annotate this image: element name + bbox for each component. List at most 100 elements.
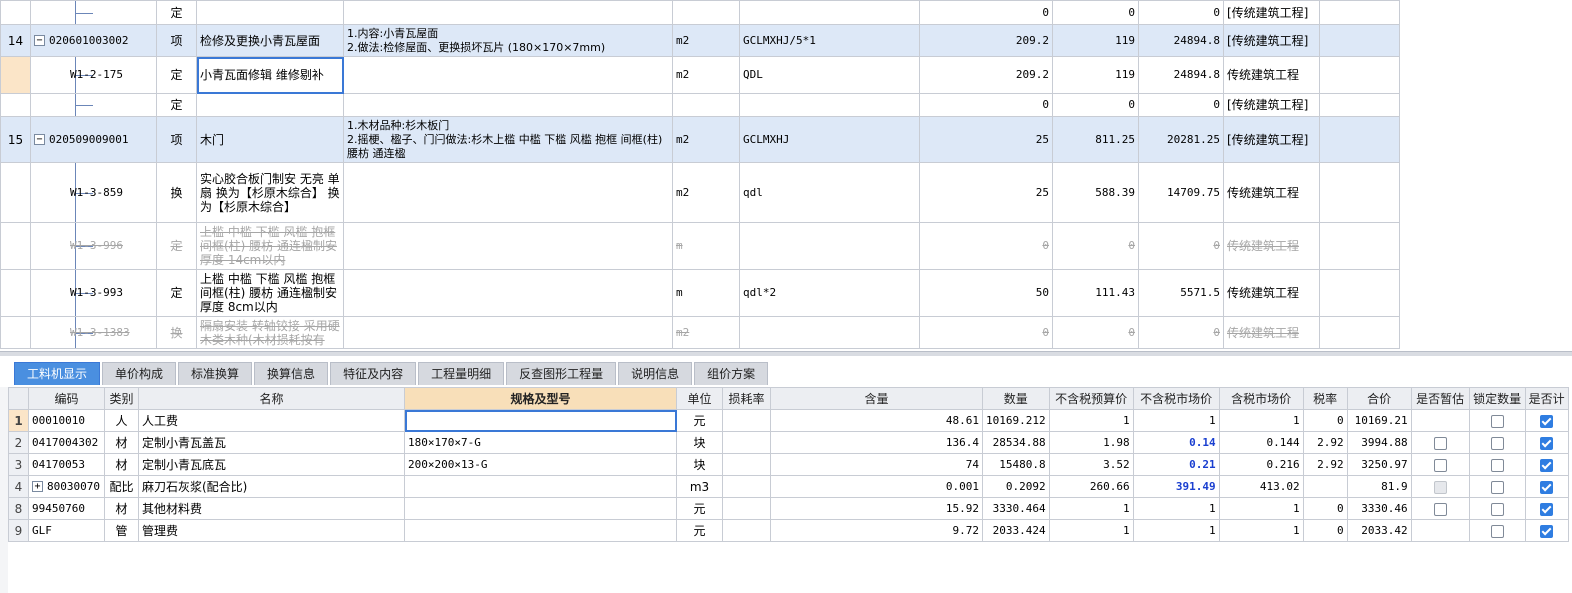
budget-price[interactable]: 1 [1048,519,1134,542]
checkbox[interactable] [1490,502,1504,516]
checkbox[interactable] [1490,458,1504,472]
budget-price[interactable]: 1 [1048,409,1134,432]
item-code[interactable]: −020509009001 [30,116,157,163]
checkbox[interactable] [1490,480,1504,494]
tab-3[interactable]: 标准换算 [178,362,253,385]
column-header[interactable]: 合价 [1346,387,1412,410]
collapse-icon[interactable]: − [34,35,45,46]
item-type[interactable]: 项 [156,24,197,57]
resource-spec[interactable]: 180×170×7-G [404,431,677,454]
row-number[interactable]: 4 [8,475,29,498]
loss-rate[interactable] [722,497,771,520]
tax-rate[interactable]: 2.92 [1302,431,1348,454]
checkbox[interactable] [1490,414,1504,428]
resource-name[interactable]: 管理费 [138,519,405,542]
resource-row[interactable]: 3 04170053 材定制小青瓦底瓦 200×200×13-G 块 74 15480.8 3… [8,453,1569,476]
subtotal[interactable]: 3994.88 [1346,431,1412,454]
total-price[interactable]: 0 [1138,0,1224,25]
discipline[interactable]: 传统建筑工程 [1223,162,1320,223]
unit-price[interactable]: 0 [1052,316,1139,349]
quantity[interactable]: 25 [919,116,1053,163]
discipline[interactable]: 传统建筑工程 [1223,222,1320,270]
tab-8[interactable]: 说明信息 [618,362,693,385]
checkbox[interactable] [1433,458,1447,472]
quantity[interactable]: 25 [919,162,1053,223]
row-number[interactable]: 15 [0,116,31,163]
loss-rate[interactable] [722,409,771,432]
content[interactable]: 136.4 [770,431,983,454]
checkbox[interactable] [1540,502,1554,516]
resource-category[interactable]: 材 [104,453,139,476]
collapse-icon[interactable]: − [34,134,45,145]
unit-price[interactable]: 119 [1052,56,1139,94]
lock-quantity-checkbox[interactable] [1468,409,1526,432]
discipline[interactable]: [传统建筑工程] [1223,116,1320,163]
lock-quantity-checkbox[interactable] [1468,519,1526,542]
quota-row[interactable]: 定 0 0 0 [传统建筑工程] [0,0,1400,25]
resource-spec[interactable] [404,475,677,498]
budget-price[interactable]: 260.66 [1048,475,1134,498]
quantity-expression[interactable]: GCLMXHJ/5*1 [739,24,920,57]
list-item-row[interactable]: 15−020509009001 项木门 1.木材品种:杉木板门 2.摇梗、楹子、门闩… [0,116,1400,163]
budget-price[interactable]: 1 [1048,497,1134,520]
resource-category[interactable]: 配比 [104,475,139,498]
item-name[interactable]: 检修及更换小青瓦屋面 [196,24,344,57]
market-price-tax[interactable]: 0.216 [1218,453,1304,476]
total-price[interactable]: 0 [1138,93,1224,117]
discipline[interactable]: [传统建筑工程] [1223,93,1320,117]
column-header[interactable]: 含量 [770,387,983,410]
resource-name[interactable]: 人工费 [138,409,405,432]
row-number[interactable] [0,0,31,25]
quantity[interactable]: 50 [919,269,1053,317]
include-checkbox[interactable] [1524,453,1569,476]
column-header[interactable]: 单位 [676,387,723,410]
tab-2[interactable]: 单价构成 [102,362,177,385]
row-number[interactable]: 9 [8,519,29,542]
item-description[interactable] [343,222,673,270]
market-price[interactable]: 1 [1132,519,1220,542]
lock-quantity-checkbox[interactable] [1468,475,1526,498]
unit-price[interactable]: 811.25 [1052,116,1139,163]
item-description[interactable] [343,0,673,25]
item-unit[interactable] [672,0,740,25]
content[interactable]: 9.72 [770,519,983,542]
resource-category[interactable]: 人 [104,409,139,432]
resource-code[interactable]: 04170053 [28,453,105,476]
column-header[interactable]: 不含税市场价 [1132,387,1220,410]
market-price[interactable]: 1 [1132,497,1220,520]
row-number[interactable] [0,93,31,117]
market-price-tax[interactable]: 413.02 [1218,475,1304,498]
market-price-tax[interactable]: 0.144 [1218,431,1304,454]
row-number[interactable]: 2 [8,431,29,454]
item-code[interactable]: −020601003002 [30,24,157,57]
provisional-checkbox[interactable] [1410,409,1470,432]
resource-row[interactable]: 8 99450760 材其他材料费元 15.92 3330.464 1 1 1 0 3330.46 [8,497,1569,520]
row-number[interactable]: 8 [8,497,29,520]
item-description[interactable] [343,93,673,117]
budget-price[interactable]: 1.98 [1048,431,1134,454]
quota-row[interactable]: W1-3-1383 换隔扇安装 转轴铰接 采用硬木类木种(木材损耗按有 m2 0 0 0 传… [0,316,1400,349]
quota-row[interactable]: W1-3-996 定上槛 中槛 下槛 风槛 抱框 间框(柱) 腰枋 通连楹制安 厚… [0,222,1400,270]
provisional-checkbox[interactable] [1410,497,1470,520]
resource-name[interactable]: 其他材料费 [138,497,405,520]
unit-price[interactable]: 0 [1052,93,1139,117]
quantity[interactable]: 0 [919,316,1053,349]
tab-9[interactable]: 组价方案 [694,362,769,385]
item-description[interactable] [343,56,673,94]
resource-row[interactable]: 1 00010010 人人工费元 48.61 10169.212 1 1 1 0 10169.21 [8,409,1569,432]
item-type[interactable]: 定 [156,0,197,25]
column-header[interactable]: 是否计 [1524,387,1569,410]
checkbox[interactable] [1540,458,1554,472]
resource-spec[interactable]: 200×200×13-G [404,453,677,476]
item-name[interactable]: 上槛 中槛 下槛 风槛 抱框 间框(柱) 腰枋 通连楹制安 厚度 14cm以内 [196,222,344,270]
list-item-row[interactable]: 14−020601003002 项检修及更换小青瓦屋面 1.内容:小青瓦屋面 2.做… [0,24,1400,57]
subtotal[interactable]: 2033.42 [1346,519,1412,542]
content[interactable]: 15.92 [770,497,983,520]
row-number[interactable] [0,316,31,349]
expand-icon[interactable]: + [32,481,43,492]
resource-unit[interactable]: 块 [676,453,723,476]
item-code[interactable]: W1-3-996 [30,222,157,270]
total-price[interactable]: 14709.75 [1138,162,1224,223]
quantity[interactable]: 28534.88 [982,431,1050,454]
content[interactable]: 74 [770,453,983,476]
